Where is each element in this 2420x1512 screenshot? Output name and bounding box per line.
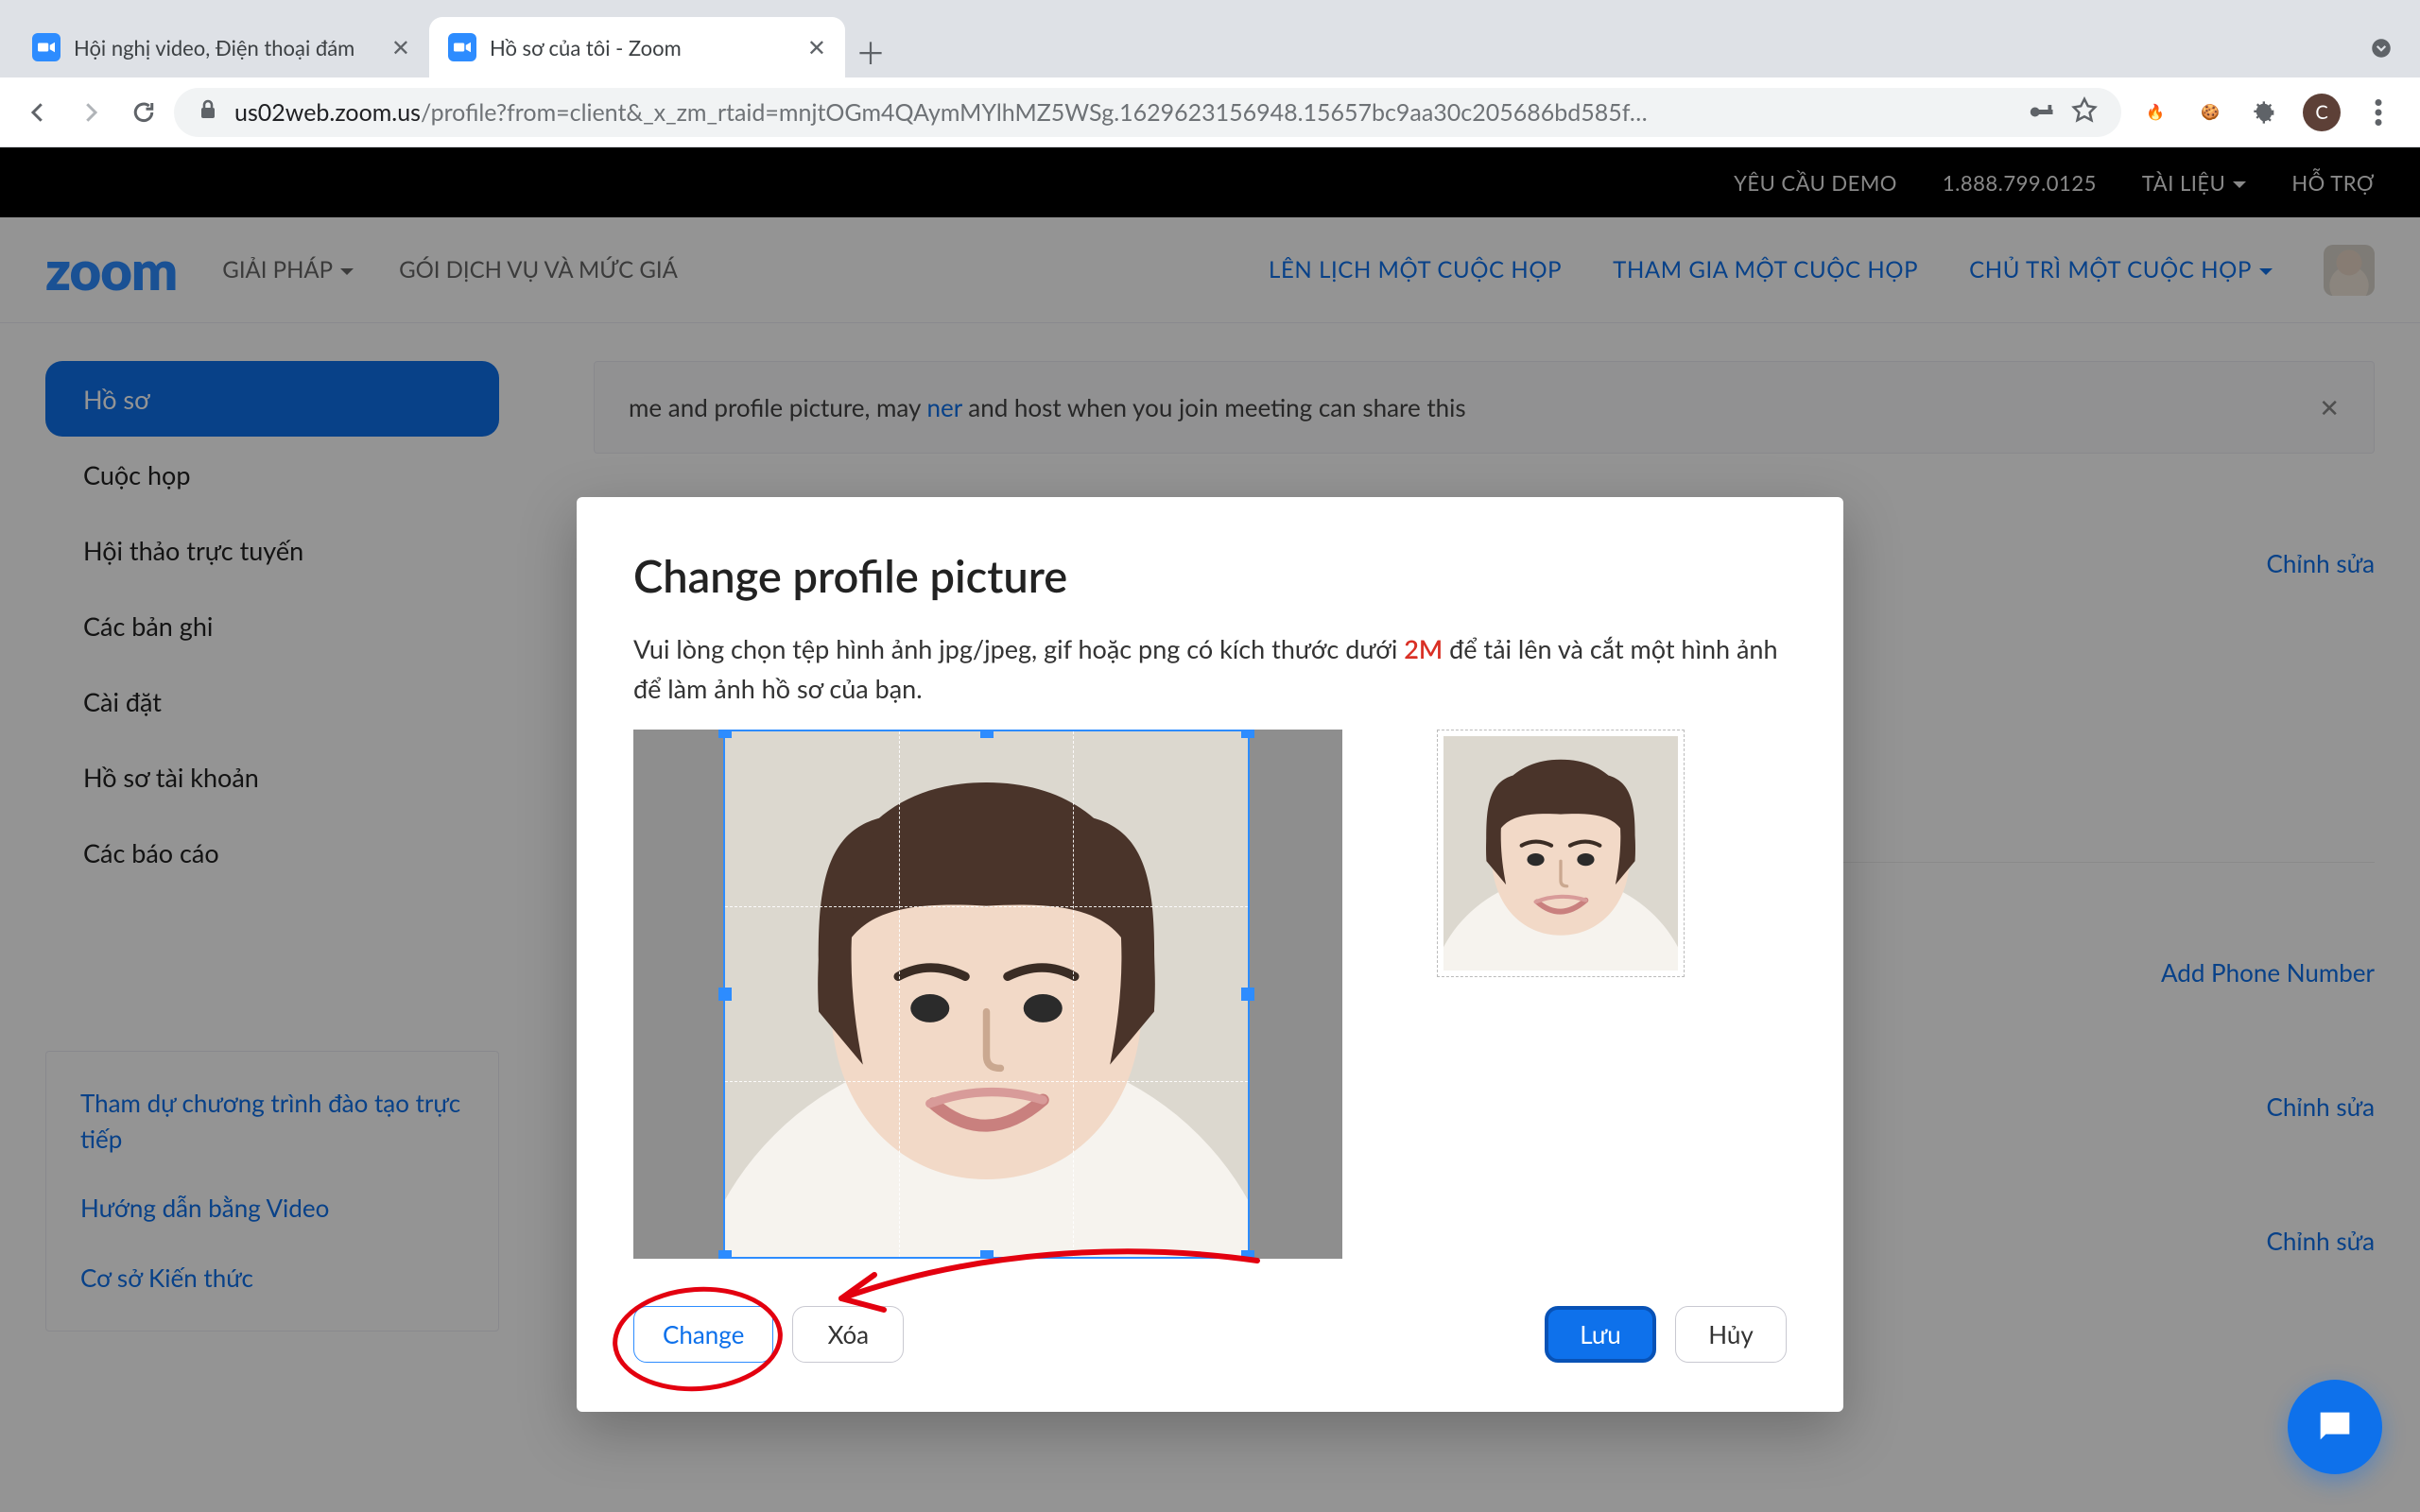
crop-handle-br[interactable] (1241, 1250, 1254, 1259)
crop-handle-mr[interactable] (1241, 988, 1254, 1001)
crop-handle-bl[interactable] (718, 1250, 732, 1259)
modal-title: Change profile picture (633, 550, 1787, 603)
extensions-menu-icon[interactable] (2248, 95, 2282, 129)
crop-handle-tr[interactable] (1241, 730, 1254, 738)
tab-title: Hồ sơ của tôi - Zoom (490, 35, 794, 60)
new-tab-button[interactable]: ＋ (845, 26, 896, 77)
url-text: us02web.zoom.us/profile?from=client&_x_z… (234, 98, 2012, 127)
forward-button[interactable] (68, 90, 113, 135)
zoom-favicon (32, 33, 60, 61)
crop-handle-ml[interactable] (718, 988, 732, 1001)
crop-selection[interactable] (723, 730, 1250, 1259)
browser-tabstrip: Hội nghị video, Điện thoại đám ✕ Hồ sơ c… (0, 0, 2420, 77)
help-chat-button[interactable] (2288, 1380, 2382, 1474)
change-button[interactable]: Change (633, 1306, 773, 1363)
browser-toolbar: us02web.zoom.us/profile?from=client&_x_z… (0, 77, 2420, 147)
bookmark-star-icon[interactable] (2070, 95, 2099, 129)
zoom-favicon (448, 33, 476, 61)
save-button[interactable]: Lưu (1545, 1306, 1656, 1363)
delete-button[interactable]: Xóa (792, 1306, 904, 1363)
change-picture-modal: Change profile picture Vui lòng chọn tệp… (577, 497, 1843, 1412)
browser-tab-1[interactable]: Hồ sơ của tôi - Zoom ✕ (429, 17, 845, 77)
address-bar[interactable]: us02web.zoom.us/profile?from=client&_x_z… (174, 88, 2121, 137)
crop-preview (1437, 730, 1685, 977)
crop-handle-tl[interactable] (718, 730, 732, 738)
tab-close-icon[interactable]: ✕ (391, 34, 410, 61)
crop-handle-bm[interactable] (980, 1250, 994, 1259)
chrome-profile-avatar[interactable]: C (2303, 94, 2341, 131)
cancel-button[interactable]: Hủy (1675, 1306, 1787, 1363)
extension-icon-2[interactable]: 🍪 (2193, 95, 2227, 129)
modal-instructions: Vui lòng chọn tệp hình ảnh jpg/jpeg, gif… (633, 629, 1787, 709)
chrome-menu-icon[interactable] (2361, 95, 2395, 129)
browser-tab-0[interactable]: Hội nghị video, Điện thoại đám ✕ (13, 17, 429, 77)
toolbar-right: 🔥 🍪 C (2129, 94, 2405, 131)
reload-button[interactable] (121, 90, 166, 135)
extension-icon-1[interactable]: 🔥 (2138, 95, 2172, 129)
lock-icon (197, 98, 219, 127)
image-cropper[interactable] (633, 730, 1342, 1259)
back-button[interactable] (15, 90, 60, 135)
key-icon[interactable] (2027, 95, 2055, 129)
tab-title: Hội nghị video, Điện thoại đám (74, 35, 378, 60)
tab-close-icon[interactable]: ✕ (807, 34, 826, 61)
window-expand-icon[interactable] (2369, 36, 2420, 77)
crop-handle-tm[interactable] (980, 730, 994, 738)
